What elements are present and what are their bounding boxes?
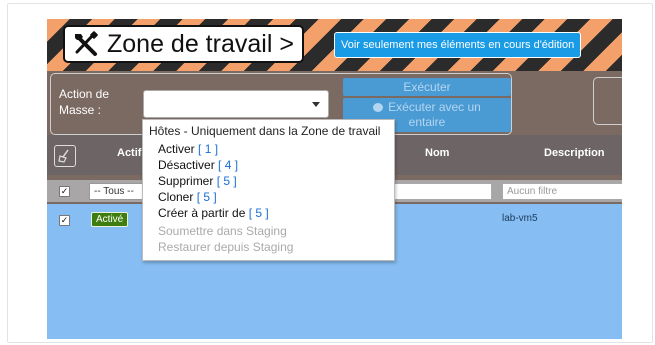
menu-item-desactiver[interactable]: Désactiver [ 4 ] — [158, 158, 238, 172]
mass-action-select[interactable] — [143, 90, 329, 118]
menu-item-soumettre: Soumettre dans Staging — [158, 224, 287, 238]
tools-icon — [75, 31, 98, 56]
menu-item-label: Créer à partir de — [158, 206, 246, 220]
menu-item-label: Supprimer — [158, 174, 214, 188]
menu-item-count: [ 5 ] — [196, 190, 217, 204]
execute-button[interactable]: Exécuter — [343, 78, 511, 96]
menu-item-label: Désactiver — [158, 158, 215, 172]
description-filter-input[interactable]: Aucun filtre — [502, 183, 622, 200]
menu-item-count: [ 5 ] — [248, 206, 269, 220]
broom-icon — [58, 149, 69, 163]
secondary-box — [593, 77, 622, 125]
row-description: lab-vm5 — [502, 213, 538, 224]
select-all-checkbox[interactable]: ✓ — [59, 186, 70, 197]
menu-item-cloner[interactable]: Cloner [ 5 ] — [158, 190, 217, 204]
menu-item-restaurer: Restaurer depuis Staging — [158, 240, 294, 254]
menu-item-count: [ 4 ] — [218, 158, 239, 172]
menu-item-label: Activer — [158, 142, 195, 156]
zone-title-text: Zone de travail > — [107, 29, 294, 58]
own-items-button[interactable]: Voir seulement mes éléments en cours d'é… — [334, 32, 582, 58]
column-header-description[interactable]: Description — [544, 147, 605, 159]
comment-icon — [373, 103, 384, 112]
execute-comment-label: Exécuter avec un — [388, 100, 481, 114]
execute-comment-label-2: entaire — [408, 115, 446, 129]
menu-item-count: [ 1 ] — [198, 142, 219, 156]
caret-down-icon — [312, 102, 320, 107]
row-checkbox[interactable]: ✓ — [59, 215, 70, 226]
mass-action-dropdown: Hôtes - Uniquement dans la Zone de trava… — [142, 119, 395, 261]
status-badge: Activé — [91, 212, 129, 227]
menu-item-label: Cloner — [158, 190, 194, 204]
menu-group-header: Hôtes - Uniquement dans la Zone de trava… — [149, 124, 381, 138]
column-header-actif[interactable]: Actif — [117, 147, 141, 159]
menu-item-creer[interactable]: Créer à partir de [ 5 ] — [158, 206, 269, 220]
mass-action-label: Action de Masse : — [59, 87, 110, 117]
menu-item-activer[interactable]: Activer [ 1 ] — [158, 142, 218, 156]
zone-title-button[interactable]: Zone de travail > — [63, 25, 304, 63]
menu-item-supprimer[interactable]: Supprimer [ 5 ] — [158, 174, 237, 188]
clear-filters-button[interactable] — [54, 145, 76, 167]
column-header-nom[interactable]: Nom — [425, 147, 449, 159]
menu-item-count: [ 5 ] — [216, 174, 237, 188]
